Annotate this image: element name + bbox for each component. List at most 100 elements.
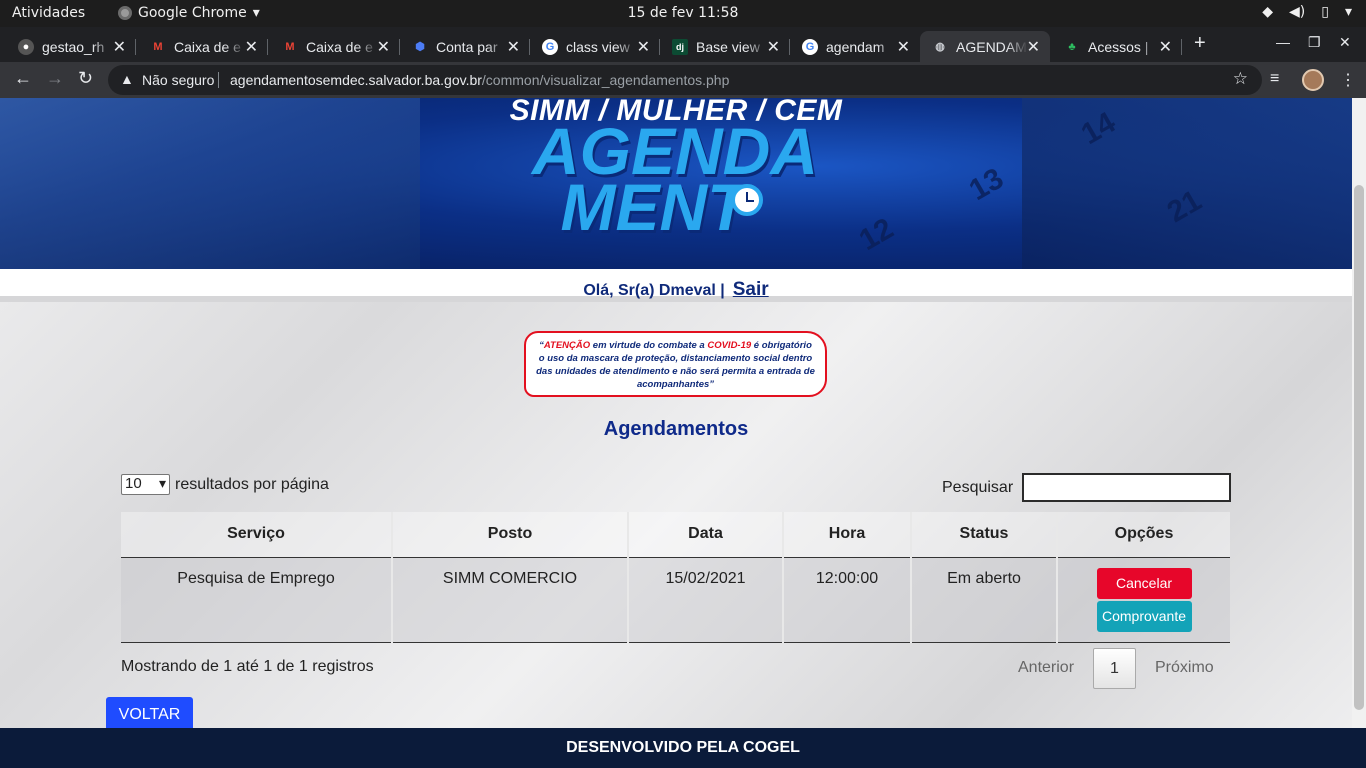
url-text[interactable]: agendamentosemdec.salvador.ba.gov.br/com… [230, 72, 729, 88]
app-menu[interactable]: Google Chrome ▾ [118, 5, 260, 21]
calendar-number: 13 [963, 161, 1010, 208]
bookmark-star-icon[interactable]: ☆ [1233, 69, 1248, 89]
column-header[interactable]: Posto [392, 512, 629, 558]
pager-next[interactable]: Próximo [1155, 659, 1214, 677]
cell-options: Cancelar Comprovante [1057, 557, 1230, 643]
tab-title: Caixa de e [306, 38, 373, 55]
column-header[interactable]: Status [911, 512, 1058, 558]
back-button[interactable]: VOLTAR [106, 697, 193, 728]
close-icon[interactable]: ✕ [1159, 37, 1172, 57]
notice-attention: ATENÇÃO [543, 340, 591, 351]
close-icon[interactable]: ✕ [113, 37, 126, 57]
wifi-icon: ◆ [1262, 4, 1274, 20]
tab-gestao[interactable]: ● gestao_rh ✕ [6, 31, 136, 62]
tab-base-view[interactable]: dj Base view ✕ [660, 31, 790, 62]
tab-title: Acessos | [1088, 38, 1149, 55]
url-path: /common/visualizar_agendamentos.php [481, 72, 730, 88]
search-control: Pesquisar [942, 473, 1232, 502]
close-icon[interactable]: ✕ [637, 37, 650, 57]
avatar[interactable] [1302, 69, 1324, 91]
cell-data: 15/02/2021 [628, 557, 784, 643]
clock-icon [731, 184, 763, 216]
close-icon[interactable]: ✕ [767, 37, 780, 57]
pager-current-page[interactable]: 1 [1093, 648, 1136, 689]
search-input[interactable] [1022, 473, 1232, 502]
tab-title: Base view [696, 38, 760, 55]
tab-title: gestao_rh [42, 38, 105, 55]
cell-status: Em aberto [911, 557, 1058, 643]
cell-servico: Pesquisa de Emprego [121, 557, 393, 643]
app-name: Google Chrome [138, 5, 247, 21]
cancel-button[interactable]: Cancelar [1096, 567, 1192, 599]
system-tray[interactable]: ◆ ◀) ▯ ▾ [1262, 4, 1352, 20]
tab-title: Caixa de e [174, 38, 241, 55]
chrome-icon [118, 6, 132, 20]
tab-bar: ● gestao_rh ✕ M Caixa de e ✕ M Caixa de … [0, 27, 1366, 62]
table-info: Mostrando de 1 até 1 de 1 registros [121, 658, 374, 675]
logout-link[interactable]: Sair [733, 279, 769, 300]
page-title: Agendamentos [603, 418, 749, 440]
volume-icon: ◀) [1289, 4, 1306, 20]
close-icon[interactable]: ✕ [507, 37, 520, 57]
os-top-bar: Atividades Google Chrome ▾ 15 de fev 11:… [0, 0, 1366, 27]
banner: 14 13 21 12 SIMM / MULHER / CEM AGENDA M… [0, 98, 1352, 269]
cell-hora: 12:00:00 [783, 557, 912, 643]
column-header[interactable]: Serviço [121, 512, 393, 558]
tab-title: AGENDAM [956, 38, 1027, 55]
column-header[interactable]: Data [628, 512, 784, 558]
pager-previous[interactable]: Anterior [1018, 659, 1074, 677]
greeting-bar: Olá, Sr(a) Dmeval | Sair [0, 269, 1352, 302]
tab-title: class view [566, 38, 630, 55]
back-arrow-icon[interactable]: ← [14, 68, 32, 89]
tab-title: Conta par [436, 38, 498, 55]
tab-acessos[interactable]: ♣ Acessos | ✕ [1052, 31, 1182, 62]
table-row: Pesquisa de Emprego SIMM COMERCIO 15/02/… [121, 557, 1230, 643]
tab-agendamento-active[interactable]: ◍ AGENDAM ✕ [920, 31, 1050, 62]
close-window-icon[interactable]: ✕ [1339, 34, 1351, 51]
page-length-control: 10 resultados por página [121, 474, 329, 495]
google-icon: G [542, 38, 558, 55]
close-icon[interactable]: ✕ [897, 37, 910, 57]
page-content: 14 13 21 12 SIMM / MULHER / CEM AGENDA M… [0, 98, 1352, 728]
appointments-table: Serviço Posto Data Hora Status Opções Pe… [121, 512, 1230, 643]
scrollbar-thumb[interactable] [1354, 185, 1364, 710]
page-length-label: resultados por página [175, 475, 329, 493]
new-tab-icon[interactable]: + [1194, 32, 1206, 55]
close-icon[interactable]: ✕ [377, 37, 390, 57]
gmail-icon: M [285, 40, 295, 53]
chevron-down-icon: ▾ [252, 5, 260, 21]
forward-arrow-icon[interactable]: → [46, 68, 64, 89]
url-host: agendamentosemdec.salvador.ba.gov.br [230, 72, 482, 88]
maximize-icon[interactable]: ❐ [1308, 34, 1321, 51]
navigation-bar: ← → ↻ ▲ Não seguro agendamentosemdec.sal… [0, 62, 1366, 98]
notice-text: em virtude do combate a [590, 340, 708, 351]
tab-conta[interactable]: ⬢ Conta par ✕ [400, 31, 530, 62]
footer: DESENVOLVIDO PELA COGEL [0, 728, 1366, 768]
google-icon: G [802, 38, 818, 55]
gmail-icon: M [153, 40, 163, 53]
tab-gmail-2[interactable]: M Caixa de e ✕ [270, 31, 400, 62]
battery-icon: ▯ [1321, 4, 1329, 20]
tab-class-view[interactable]: G class view ✕ [530, 31, 660, 62]
page-length-select[interactable]: 10 [121, 474, 170, 495]
column-header[interactable]: Opções [1057, 512, 1230, 558]
receipt-button[interactable]: Comprovante [1096, 600, 1192, 632]
close-icon[interactable]: ✕ [245, 37, 258, 57]
tab-gmail-1[interactable]: M Caixa de e ✕ [138, 31, 268, 62]
close-icon[interactable]: ✕ [1027, 37, 1040, 57]
activities-button[interactable]: Atividades [12, 5, 85, 21]
kebab-menu-icon[interactable]: ⋮ [1340, 70, 1356, 90]
tab-agendam[interactable]: G agendam ✕ [790, 31, 920, 62]
reload-icon[interactable]: ↻ [78, 68, 93, 89]
column-header[interactable]: Hora [783, 512, 912, 558]
search-label: Pesquisar [942, 478, 1014, 496]
security-label[interactable]: Não seguro [142, 72, 214, 88]
media-control-icon[interactable]: ≡ [1270, 70, 1279, 88]
minimize-icon[interactable]: — [1276, 34, 1290, 50]
covid-notice: “ATENÇÃO em virtude do combate a COVID-1… [524, 331, 827, 397]
address-bar[interactable]: ▲ Não seguro agendamentosemdec.salvador.… [108, 65, 1262, 95]
hexagon-icon: ⬢ [415, 41, 425, 53]
django-icon: dj [672, 38, 688, 55]
warning-icon[interactable]: ▲ [120, 71, 134, 87]
chevron-down-icon: ▾ [1344, 4, 1352, 20]
